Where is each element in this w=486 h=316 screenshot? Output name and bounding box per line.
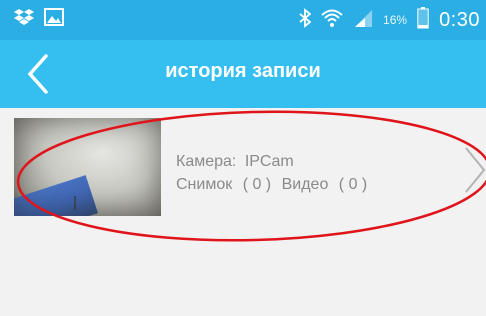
status-clock: 0:30 <box>439 8 480 31</box>
snapshots-count: ( 0 ) <box>242 176 272 193</box>
battery-icon <box>417 6 429 34</box>
bluetooth-icon <box>299 7 312 33</box>
counts-line: Снимок ( 0 ) Видео ( 0 ) <box>176 173 367 196</box>
record-list-item[interactable]: Камера: IPCam Снимок ( 0 ) Видео ( 0 ) <box>0 108 486 225</box>
status-bar-right: 16% 0:30 <box>299 6 480 34</box>
image-icon <box>44 8 64 31</box>
camera-line: Камера: IPCam <box>176 150 367 173</box>
app-bar: история записи <box>0 40 486 108</box>
videos-label: Видео <box>281 176 329 193</box>
camera-thumbnail <box>14 118 161 216</box>
camera-name: IPCam <box>244 153 294 170</box>
thumbnail-detail <box>74 196 76 210</box>
battery-percent: 16% <box>383 13 408 27</box>
dropbox-icon <box>14 8 34 31</box>
snapshots-label: Снимок <box>176 176 233 193</box>
page-title: история записи <box>165 60 321 82</box>
status-bar-left <box>14 8 64 31</box>
camera-label: Камера: <box>176 153 237 170</box>
back-chevron-icon <box>20 54 60 100</box>
record-info: Камера: IPCam Снимок ( 0 ) Видео ( 0 ) <box>176 150 367 196</box>
videos-count: ( 0 ) <box>338 176 368 193</box>
status-bar: 16% 0:30 <box>0 0 486 40</box>
chevron-right-icon <box>462 142 486 198</box>
wifi-icon <box>321 8 343 33</box>
signal-icon <box>353 8 373 33</box>
